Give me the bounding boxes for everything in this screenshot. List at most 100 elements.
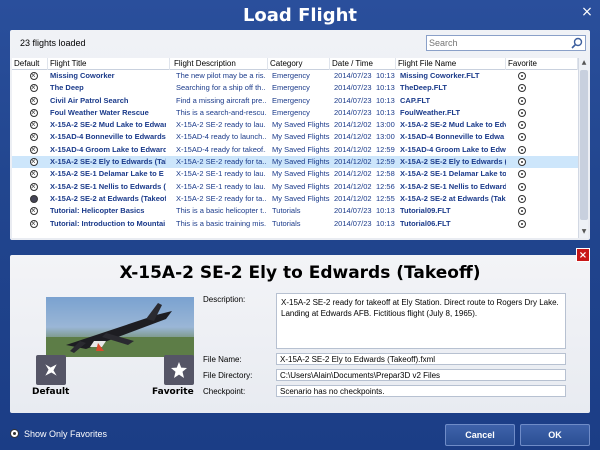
window-title: Load Flight (242, 5, 358, 26)
table-row[interactable]: X-15A-2 SE-1 Nellis to Edwards (T X-15A-2… (12, 181, 578, 193)
favorite-cell[interactable] (510, 107, 532, 119)
ok-button[interactable]: OK (520, 424, 590, 446)
default-flight-icon[interactable] (30, 70, 38, 82)
favorite-cell[interactable] (510, 168, 532, 180)
default-cell[interactable] (18, 144, 40, 156)
default-button[interactable] (36, 355, 66, 385)
default-cell[interactable] (18, 82, 40, 94)
favorite-cell[interactable] (510, 95, 532, 107)
column-header-favorite[interactable]: Favorite (506, 58, 578, 70)
favorite-button[interactable] (164, 355, 194, 385)
flight-title-cell: Civil Air Patrol Search (50, 95, 129, 105)
time-cell: 12:55 (376, 193, 395, 203)
flight-title-cell: Foul Weather Water Rescue (50, 107, 149, 117)
favorite-flight-icon[interactable] (518, 207, 526, 216)
favorite-flight-icon[interactable] (518, 72, 526, 80)
column-header-flight-title[interactable]: Flight Title (48, 58, 170, 70)
aircraft-image (46, 297, 194, 357)
default-cell[interactable] (18, 156, 40, 168)
default-flight-icon[interactable] (30, 82, 38, 94)
default-flight-icon[interactable] (30, 131, 38, 143)
table-row[interactable]: X-15AD-4 Bonneville to Edwards X-15AD-4 r… (12, 131, 578, 143)
favorite-cell[interactable] (510, 144, 532, 156)
favorite-cell[interactable] (510, 218, 532, 230)
favorite-cell[interactable] (510, 156, 532, 168)
table-row[interactable]: Missing Coworker The new pilot may be a r… (12, 70, 578, 82)
favorite-flight-icon[interactable] (518, 170, 526, 179)
default-flight-icon[interactable] (30, 144, 38, 156)
show-only-favorites-toggle[interactable]: Show Only Favorites (10, 429, 107, 439)
default-flight-icon[interactable] (30, 181, 38, 193)
scroll-up-icon[interactable]: ▲ (580, 59, 588, 67)
column-header-date-time[interactable]: Date / Time (330, 58, 396, 70)
category-cell: Tutorials (272, 218, 301, 228)
favorite-flight-icon[interactable] (518, 108, 526, 117)
window-close-button[interactable]: × (580, 5, 594, 19)
category-cell: My Saved Flights (272, 169, 330, 179)
default-cell[interactable] (18, 218, 40, 230)
flight-title-cell: The Deep (50, 83, 84, 93)
favorite-cell[interactable] (510, 193, 532, 205)
default-flight-icon[interactable] (30, 95, 38, 107)
default-flight-icon[interactable] (30, 218, 38, 230)
column-header-category[interactable]: Category (268, 58, 330, 70)
default-cell[interactable] (18, 131, 40, 143)
favorite-flight-icon[interactable] (518, 158, 526, 167)
file-name-cell: CAP.FLT (400, 95, 431, 105)
favorite-flight-icon[interactable] (518, 96, 526, 105)
scroll-down-icon[interactable]: ▼ (580, 228, 588, 236)
search-input[interactable] (429, 36, 567, 50)
default-cell[interactable] (18, 193, 40, 205)
favorite-cell[interactable] (510, 205, 532, 217)
default-cell[interactable] (18, 205, 40, 217)
favorite-flight-icon[interactable] (518, 145, 526, 154)
table-row[interactable]: X-15A-2 SE-2 Ely to Edwards (Tak X-15A-2 … (12, 156, 578, 169)
table-row[interactable]: The Deep Searching for a ship off th... Em… (12, 82, 578, 94)
cancel-button[interactable]: Cancel (445, 424, 515, 446)
table-row[interactable]: Civil Air Patrol Search Find a missing ai… (12, 95, 578, 107)
search-icon[interactable] (571, 37, 583, 49)
favorite-flight-icon[interactable] (518, 219, 526, 228)
default-cell[interactable] (18, 70, 40, 82)
favorite-flight-icon[interactable] (518, 84, 526, 93)
default-flight-icon[interactable] (30, 194, 38, 203)
flight-description-cell: The new pilot may be a ris... (176, 71, 266, 80)
table-row[interactable]: Tutorial: Introduction to Mountai This is… (12, 218, 578, 230)
default-flight-icon[interactable] (30, 119, 38, 131)
default-cell[interactable] (18, 119, 40, 131)
checkpoint-label: Checkpoint: (203, 387, 246, 396)
detail-close-button[interactable]: × (576, 248, 590, 262)
favorite-flight-icon[interactable] (518, 133, 526, 142)
default-cell[interactable] (18, 107, 40, 119)
favorites-radio-icon[interactable] (10, 429, 19, 438)
favorite-flight-icon[interactable] (518, 194, 526, 203)
default-flight-icon[interactable] (30, 107, 38, 119)
favorite-cell[interactable] (510, 119, 532, 131)
column-header-file-name[interactable]: Flight File Name (396, 58, 506, 70)
table-row[interactable]: X-15AD-4 Groom Lake to Edward X-15AD-4 re… (12, 144, 578, 156)
default-cell[interactable] (18, 168, 40, 180)
flights-loaded-count: 23 flights loaded (20, 38, 86, 48)
table-row[interactable]: X-15A-2 SE-2 Mud Lake to Edwar X-15A-2 SE… (12, 119, 578, 131)
column-header-default[interactable]: Default (12, 58, 48, 70)
default-flight-icon[interactable] (30, 168, 38, 180)
table-row[interactable]: Tutorial: Helicopter Basics This is a bas… (12, 205, 578, 217)
default-flight-icon[interactable] (30, 205, 38, 217)
vertical-scrollbar[interactable]: ▲ ▼ (578, 58, 588, 238)
favorite-cell[interactable] (510, 82, 532, 94)
favorite-cell[interactable] (510, 181, 532, 193)
table-row[interactable]: Foul Weather Water Rescue This is a searc… (12, 107, 578, 119)
default-cell[interactable] (18, 95, 40, 107)
favorite-flight-icon[interactable] (518, 182, 526, 191)
flight-title-cell: X-15AD-4 Bonneville to Edwards (50, 132, 166, 142)
table-row[interactable]: X-15A-2 SE-1 Delamar Lake to E X-15A-2 SE… (12, 168, 578, 180)
default-cell[interactable] (18, 181, 40, 193)
favorite-cell[interactable] (510, 70, 532, 82)
default-flight-icon[interactable] (30, 156, 38, 168)
airplane-icon (45, 364, 57, 376)
favorite-flight-icon[interactable] (518, 121, 526, 130)
table-row[interactable]: X-15A-2 SE-2 at Edwards (Takeoff X-15A-2 … (12, 193, 578, 205)
scroll-thumb[interactable] (580, 70, 588, 220)
favorite-cell[interactable] (510, 131, 532, 143)
column-header-flight-description[interactable]: Flight Description (172, 58, 268, 70)
